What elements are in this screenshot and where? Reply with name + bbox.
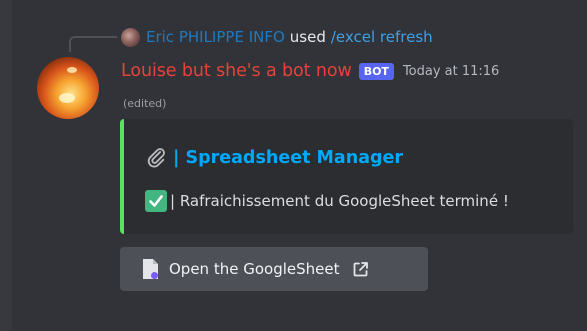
message-header: Louise but she's a bot now BOT Today at … xyxy=(121,58,499,84)
check-mark-icon xyxy=(145,190,167,212)
avatar-highlight xyxy=(67,67,77,73)
reply-command[interactable]: /excel refresh xyxy=(331,28,433,46)
reply-connector-line xyxy=(69,36,117,52)
embed-title-text[interactable]: | Spreadsheet Manager xyxy=(173,148,403,168)
embed-description: | Rafraichissement du GoogleSheet termin… xyxy=(145,188,509,214)
chat-message-area: Eric PHILIPPE INFO used /excel refresh L… xyxy=(12,0,587,331)
external-link-icon xyxy=(352,261,369,278)
bot-badge: BOT xyxy=(358,62,394,80)
open-googlesheet-button[interactable]: Open the GoogleSheet xyxy=(120,247,428,291)
edited-label: (edited) xyxy=(123,97,167,110)
bot-avatar[interactable] xyxy=(37,57,99,119)
embed-description-text: | Rafraichissement du GoogleSheet termin… xyxy=(170,192,509,210)
embed-card: | Spreadsheet Manager | Rafraichissement… xyxy=(120,119,573,234)
reply-used-text: used xyxy=(289,28,326,46)
avatar-highlight xyxy=(59,93,75,103)
reply-user-avatar[interactable] xyxy=(121,27,140,47)
message-timestamp[interactable]: Today at 11:16 xyxy=(403,64,499,79)
paperclip-icon xyxy=(145,146,167,171)
reply-context[interactable]: Eric PHILIPPE INFO used /excel refresh xyxy=(121,26,433,48)
bot-username[interactable]: Louise but she's a bot now xyxy=(121,61,352,81)
embed-title: | Spreadsheet Manager xyxy=(145,143,403,173)
open-googlesheet-label: Open the GoogleSheet xyxy=(169,260,340,278)
reply-username[interactable]: Eric PHILIPPE INFO xyxy=(146,28,285,46)
document-icon xyxy=(142,258,159,280)
